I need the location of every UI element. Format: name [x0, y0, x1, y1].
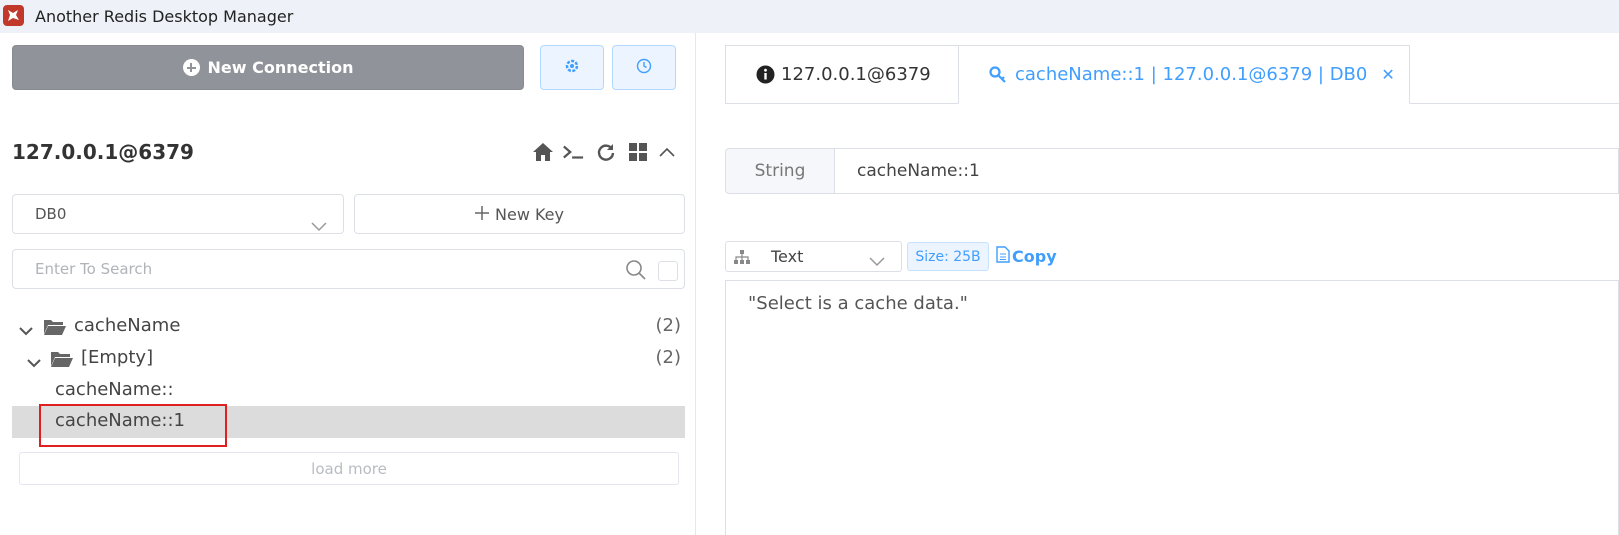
connection-title: 127.0.0.1@6379 [12, 140, 194, 164]
document-icon [996, 245, 1010, 267]
info-icon [756, 65, 775, 84]
size-badge: Size: 25B [907, 242, 989, 271]
redis-app-icon [3, 5, 24, 26]
tree-item-label: cacheName [74, 315, 181, 336]
db-select[interactable]: DB0 [12, 194, 344, 234]
home-icon[interactable] [532, 141, 554, 163]
close-icon[interactable]: ✕ [1381, 65, 1394, 84]
tree-item-label: cacheName::1 [55, 410, 185, 431]
size-badge-text: Size: 25B [915, 248, 981, 265]
window-title: Another Redis Desktop Manager [35, 7, 294, 26]
exact-search-checkbox[interactable] [658, 261, 678, 281]
load-more-button[interactable]: load more [19, 452, 679, 485]
panel-divider[interactable] [695, 33, 696, 535]
tree-key-row-selected[interactable]: cacheName::1 [12, 406, 685, 438]
search-input[interactable] [13, 250, 613, 288]
gear-icon [564, 58, 580, 78]
tree-folder-row[interactable]: [Empty] (2) [12, 343, 685, 375]
settings-button[interactable] [540, 45, 604, 90]
history-button[interactable] [612, 45, 676, 90]
chevron-up-icon[interactable] [656, 141, 678, 163]
format-select[interactable]: Text [725, 241, 902, 272]
chevron-down-icon [869, 252, 885, 271]
key-icon [989, 65, 1007, 84]
db-select-value: DB0 [35, 205, 67, 223]
tree-item-label: cacheName:: [55, 379, 174, 400]
folder-open-icon [50, 349, 74, 373]
new-connection-button[interactable]: New Connection [12, 45, 524, 90]
tree-item-count: (2) [655, 315, 682, 336]
new-key-label: New Key [495, 204, 564, 224]
tab-key-detail[interactable]: cacheName::1 | 127.0.0.1@6379 | DB0 ✕ [958, 45, 1410, 104]
connection-tools [532, 141, 682, 163]
tree-key-row[interactable]: cacheName:: [12, 375, 685, 407]
value-editor[interactable]: "Select is a cache data." [725, 280, 1619, 535]
tree-item-count: (2) [655, 347, 682, 368]
title-bar: Another Redis Desktop Manager [0, 0, 1619, 33]
new-connection-label: New Connection [207, 58, 354, 77]
copy-button[interactable]: Copy [996, 245, 1057, 267]
load-more-label: load more [311, 459, 387, 478]
search-box [12, 249, 685, 289]
sitemap-icon [733, 249, 751, 269]
tab-label: cacheName::1 | 127.0.0.1@6379 | DB0 [1015, 64, 1368, 85]
chevron-down-icon[interactable] [27, 352, 41, 373]
key-name-input[interactable]: cacheName::1 [834, 148, 1619, 194]
value-text: "Select is a cache data." [748, 293, 968, 314]
chevron-down-icon [311, 208, 327, 246]
new-key-button[interactable]: New Key [354, 194, 685, 234]
key-type-label: String [725, 148, 835, 194]
plus-circle-icon [182, 59, 200, 76]
terminal-icon[interactable] [562, 141, 584, 163]
chevron-down-icon[interactable] [19, 320, 33, 341]
tab-label: 127.0.0.1@6379 [781, 64, 931, 85]
tree-folder-row[interactable]: cacheName (2) [12, 311, 685, 343]
key-type-text: String [754, 161, 806, 181]
format-select-value: Text [771, 247, 804, 266]
tree-item-label: [Empty] [81, 347, 154, 368]
refresh-icon[interactable] [595, 141, 617, 163]
clock-icon [636, 58, 652, 78]
tab-connection-info[interactable]: 127.0.0.1@6379 [725, 45, 959, 104]
copy-label: Copy [1012, 246, 1057, 266]
grid-icon[interactable] [627, 141, 649, 163]
folder-open-icon [43, 317, 67, 341]
plus-icon [475, 205, 489, 224]
search-icon[interactable] [625, 259, 647, 285]
